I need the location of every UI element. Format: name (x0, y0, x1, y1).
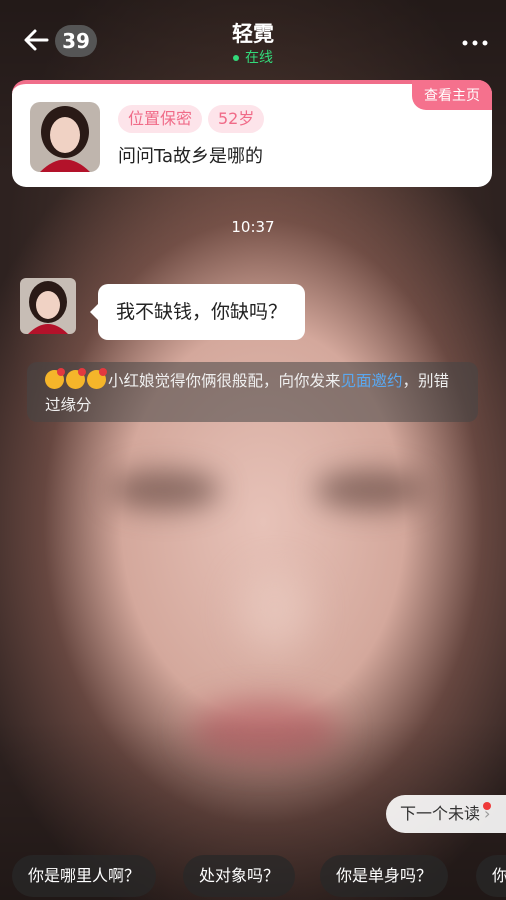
view-profile-button[interactable]: 查看主页 (412, 80, 492, 110)
age-tag: 52岁 (208, 105, 265, 133)
next-unread-button[interactable]: 下一个未读 › (386, 795, 506, 833)
kiss-emoji-icon (87, 368, 107, 389)
kiss-emoji-icon (45, 368, 65, 389)
online-status: 在线 (0, 47, 506, 67)
suggested-question[interactable]: 问问Ta故乡是哪的 (118, 142, 263, 168)
quick-reply-chip[interactable]: 你是哪里人啊？ (12, 855, 157, 897)
avatar[interactable] (20, 278, 76, 334)
quick-reply-chip[interactable]: 你是单身吗？ (320, 855, 449, 897)
system-notice-text: 小红娘觉得你俩很般配，向你发来 (108, 372, 341, 390)
online-dot-icon (233, 55, 239, 61)
top-bar: 39 轻霓 在线 (0, 0, 506, 80)
meeting-invite-link[interactable]: 见面邀约 (341, 372, 403, 390)
kiss-emoji-icon (66, 368, 86, 389)
profile-card[interactable]: 查看主页 位置保密 52岁 问问Ta故乡是哪的 (12, 80, 492, 187)
location-tag: 位置保密 (118, 105, 203, 133)
system-notice: 小红娘觉得你俩很般配，向你发来见面邀约，别错过缘分 (27, 362, 478, 422)
more-dots-icon[interactable] (462, 28, 488, 53)
avatar[interactable] (30, 102, 100, 172)
message-timestamp: 10:37 (231, 218, 275, 236)
incoming-message-bubble[interactable]: 我不缺钱，你缺吗？ (89, 284, 306, 340)
next-unread-label: 下一个未读 (400, 804, 481, 823)
unread-dot (483, 802, 491, 810)
contact-name: 轻霓 (232, 22, 274, 46)
quick-reply-chip[interactable]: 处对象吗？ (183, 855, 296, 897)
online-status-label: 在线 (245, 50, 273, 66)
